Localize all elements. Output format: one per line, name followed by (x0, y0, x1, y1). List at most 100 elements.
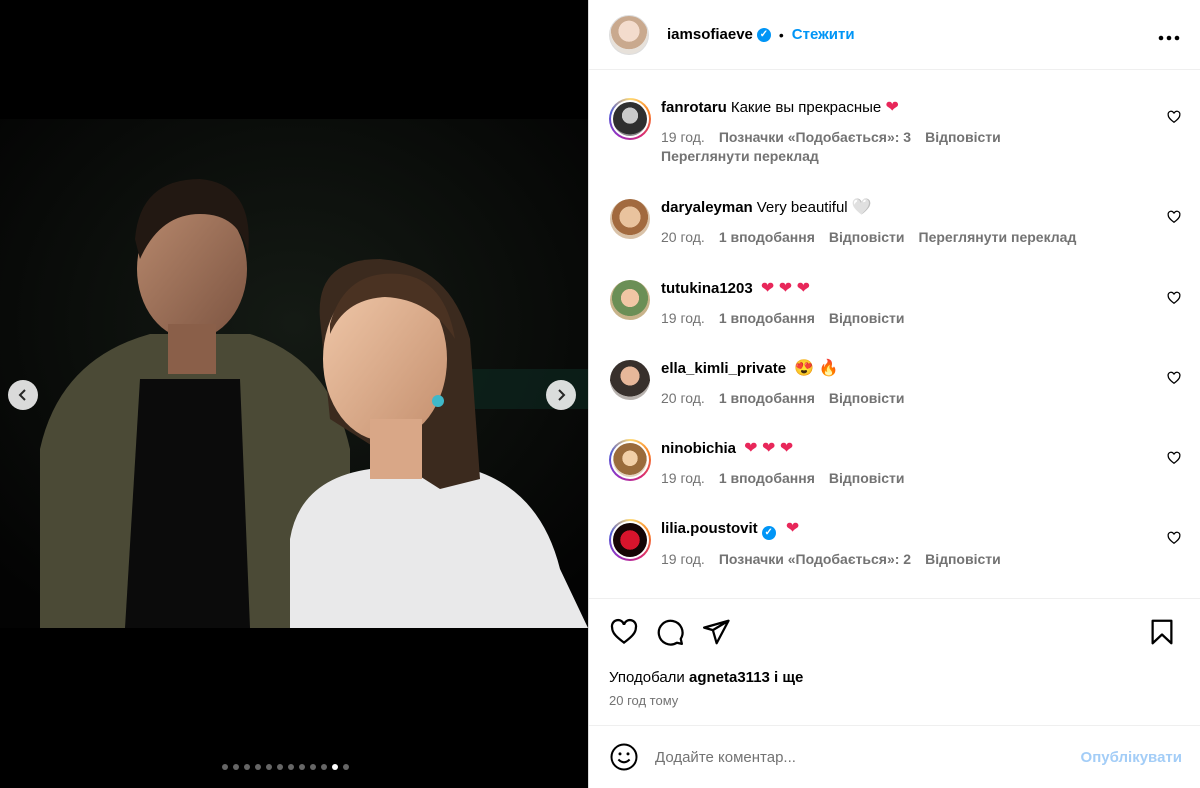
carousel-dot (222, 764, 228, 770)
save-button[interactable] (1147, 617, 1177, 647)
comment-text-line: ella_kimli_private 😍 🔥 (661, 359, 1161, 379)
comment-emoji: ❤ ❤ ❤ (744, 440, 794, 457)
comment-like-button[interactable] (1167, 451, 1181, 465)
comment-likes[interactable]: Позначки «Подобається»: 3 (719, 129, 911, 145)
post-side-panel: iamsofiaeve ✓ • Стежити fanrotaru Какие в… (588, 0, 1200, 788)
emoji-picker-button[interactable] (609, 742, 639, 772)
commenter-username[interactable]: ninobichia (661, 440, 736, 457)
carousel-dot (277, 764, 283, 770)
comment-input[interactable] (655, 744, 1045, 770)
carousel-dot (310, 764, 316, 770)
comment-button[interactable] (655, 617, 685, 647)
comment-like-button[interactable] (1167, 210, 1181, 224)
comment-text: Very beautiful (756, 199, 848, 216)
comment-like-button[interactable] (1167, 110, 1181, 124)
comment-time: 20 год. (661, 390, 705, 406)
comment-likes[interactable]: 1 вподобання (719, 470, 815, 486)
comment-meta: 19 год. 1 вподобання Відповісти (661, 469, 1161, 487)
comment-emoji: 😍 🔥 (794, 360, 839, 377)
commenter-avatar[interactable] (609, 439, 651, 481)
comment-like-button[interactable] (1167, 371, 1181, 385)
comment-likes[interactable]: Позначки «Подобається»: 2 (719, 551, 911, 567)
carousel-dot (266, 764, 272, 770)
carousel-prev-button[interactable] (8, 380, 38, 410)
comment-likes[interactable]: 1 вподобання (719, 229, 815, 245)
more-options-button[interactable] (1158, 24, 1180, 44)
reply-button[interactable]: Відповісти (925, 129, 1001, 145)
verified-badge-icon: ✓ (756, 27, 771, 42)
comment-like-button[interactable] (1167, 291, 1181, 305)
carousel-indicator (222, 764, 349, 770)
share-button[interactable] (701, 617, 731, 647)
liked-by-others-link[interactable]: і ще (774, 669, 803, 686)
comment-like-button[interactable] (1167, 531, 1181, 545)
commenter-username[interactable]: daryaleyman (661, 199, 753, 216)
comment-time: 20 год. (661, 229, 705, 245)
author-avatar[interactable] (609, 14, 649, 55)
comment-text-line: fanrotaru Какие вы прекрасные ❤ (661, 98, 1161, 118)
author-username[interactable]: iamsofiaeve (667, 26, 753, 43)
heart-icon (1167, 210, 1181, 224)
see-translation-button[interactable]: Переглянути переклад (661, 148, 1161, 164)
commenter-avatar-image (610, 360, 650, 400)
carousel-dot (343, 764, 349, 770)
comments-list[interactable]: fanrotaru Какие вы прекрасные ❤ 19 год. Поз… (589, 70, 1200, 598)
comment-meta: 19 год. 1 вподобання Відповісти (661, 309, 1161, 327)
separator-dot: • (778, 26, 784, 43)
post-actions: Уподобали agneta3113 і ще 20 год тому (589, 598, 1200, 726)
comment-body: daryaleyman Very beautiful 🤍 20 год. 1 впод… (661, 198, 1161, 246)
commenter-avatar[interactable] (609, 198, 651, 240)
comment-body: ninobichia ❤ ❤ ❤ 19 год. 1 вподобання Відпо… (661, 439, 1161, 487)
liked-by-prefix: Уподобали (609, 669, 685, 686)
commenter-avatar[interactable] (609, 98, 651, 140)
carousel-dot (332, 764, 338, 770)
like-button[interactable] (609, 617, 639, 647)
commenter-username[interactable]: lilia.poustovit (661, 520, 758, 537)
commenter-avatar-image (613, 523, 647, 557)
carousel-dot (321, 764, 327, 770)
comment-icon (657, 619, 684, 646)
comment-emoji: ❤ (885, 99, 899, 116)
reply-button[interactable]: Відповісти (829, 229, 905, 245)
heart-icon (610, 618, 638, 645)
post-timestamp: 20 год тому (609, 693, 679, 708)
comment-meta: 20 год. 1 вподобання Відповісти Переглянути… (661, 228, 1161, 246)
commenter-username[interactable]: ella_kimli_private (661, 360, 786, 377)
post-photo (0, 119, 588, 628)
see-translation-button[interactable]: Переглянути переклад (919, 229, 1077, 245)
verified-badge-icon: ✓ (761, 526, 776, 540)
commenter-avatar[interactable] (609, 359, 651, 401)
comment-composer: Опублікувати (589, 726, 1200, 788)
heart-icon (1167, 110, 1181, 124)
follow-button[interactable]: Стежити (792, 26, 855, 43)
comment-likes[interactable]: 1 вподобання (719, 310, 815, 326)
carousel-dot (288, 764, 294, 770)
commenter-avatar[interactable] (609, 279, 651, 321)
commenter-avatar[interactable] (609, 519, 651, 561)
reply-button[interactable]: Відповісти (829, 390, 905, 406)
reply-button[interactable]: Відповісти (829, 470, 905, 486)
commenter-avatar-image (610, 280, 650, 320)
heart-icon (1167, 291, 1181, 305)
heart-icon (1167, 371, 1181, 385)
comment-body: fanrotaru Какие вы прекрасные ❤ 19 год. Поз… (661, 98, 1161, 164)
reply-button[interactable]: Відповісти (829, 310, 905, 326)
comment-likes[interactable]: 1 вподобання (719, 390, 815, 406)
comment-emoji: 🤍 (851, 199, 872, 216)
comment-time: 19 год. (661, 310, 705, 326)
commenter-avatar-image (613, 443, 647, 477)
send-icon (703, 619, 730, 645)
commenter-username[interactable]: tutukina1203 (661, 280, 753, 297)
bookmark-icon (1151, 619, 1173, 645)
liked-by-user-link[interactable]: agneta3113 (689, 669, 770, 686)
commenter-avatar-image (613, 102, 647, 136)
publish-button[interactable]: Опублікувати (1081, 749, 1182, 766)
comment-body: lilia.poustovit ✓ ❤ 19 год. Позначки «Подоб… (661, 519, 1161, 568)
photo-illustration (0, 119, 588, 628)
commenter-username[interactable]: fanrotaru (661, 99, 727, 116)
comment-time: 19 год. (661, 551, 705, 567)
reply-button[interactable]: Відповісти (925, 551, 1001, 567)
carousel-next-button[interactable] (546, 380, 576, 410)
comment-time: 19 год. (661, 129, 705, 145)
emoji-icon (610, 743, 638, 771)
